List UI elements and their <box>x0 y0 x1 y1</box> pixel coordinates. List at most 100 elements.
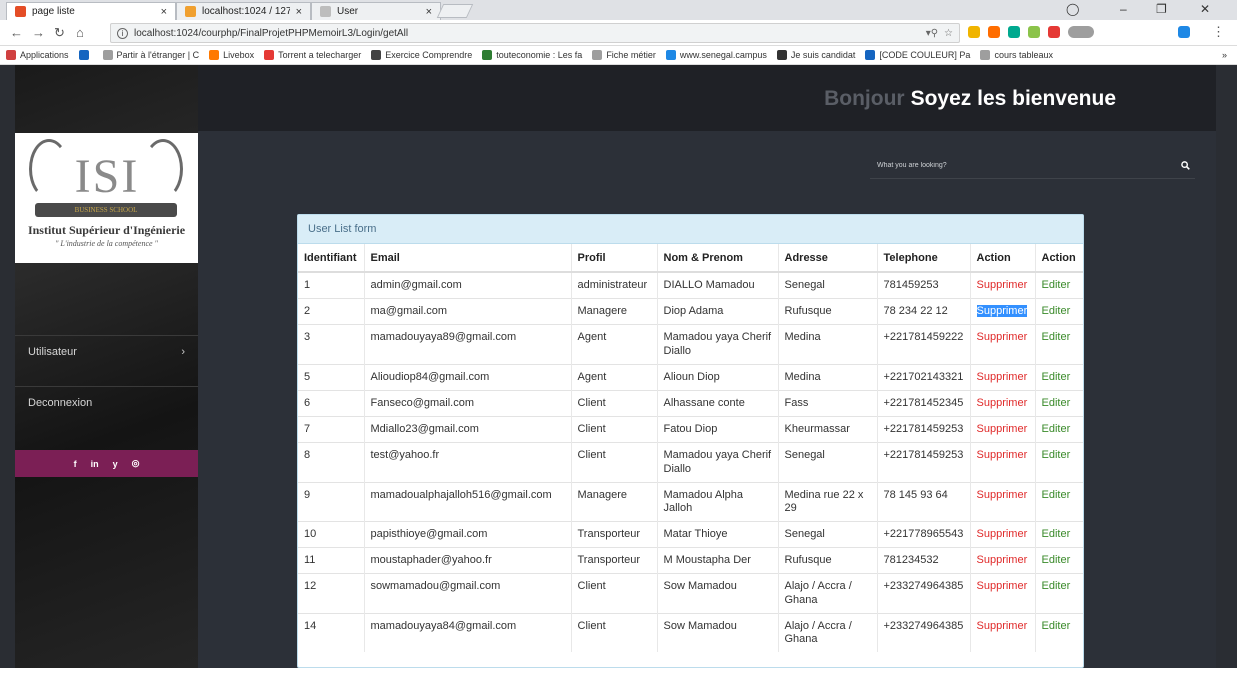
bookmark-item[interactable]: cours tableaux <box>980 50 1053 60</box>
facebook-icon[interactable]: f <box>74 459 77 469</box>
back-icon[interactable]: ← <box>10 25 23 40</box>
new-tab-button[interactable] <box>436 4 474 18</box>
bookmark-item[interactable]: Je suis candidat <box>776 50 855 60</box>
bookmark-icon <box>865 50 876 60</box>
address-bar[interactable]: i localhost:1024/courphp/FinalProjetPHPM… <box>110 23 960 43</box>
linkedin-icon[interactable]: in <box>91 459 99 469</box>
table-row: 11 moustaphader@yahoo.fr Transporteur M Mou… <box>298 547 1083 574</box>
download-icon <box>264 50 275 60</box>
edit-link[interactable]: Editer <box>1042 279 1071 291</box>
laurel-right-icon <box>143 139 183 199</box>
forward-icon[interactable]: → <box>32 25 45 40</box>
edit-link[interactable]: Editer <box>1042 305 1071 317</box>
cell-action-edit: Editer <box>1035 324 1083 365</box>
profile-icon[interactable]: ◯ <box>1066 2 1079 16</box>
column-header-nom: Nom & Prenom <box>657 244 779 273</box>
cell-adresse: Rufusque <box>778 298 878 325</box>
cell-email: Mdiallo23@gmail.com <box>364 416 572 443</box>
delete-link[interactable]: Supprimer <box>977 580 1028 592</box>
menu-icon[interactable]: ⋮ <box>1212 24 1225 40</box>
sidebar-item-label: Deconnexion <box>28 396 93 409</box>
minimize-icon[interactable]: – <box>1120 2 1127 16</box>
bookmark-item[interactable]: Partir à l'étranger | C <box>102 50 199 60</box>
delete-link[interactable]: Supprimer <box>977 528 1028 540</box>
cell-telephone: +221702143321 <box>877 363 971 391</box>
close-icon[interactable]: × <box>161 6 167 18</box>
delete-link[interactable]: Supprimer <box>977 423 1028 435</box>
sidebar-item-utilisateur[interactable]: Utilisateur › <box>15 335 198 367</box>
instagram-icon[interactable]: ◎ <box>132 458 140 469</box>
delete-link[interactable]: Supprimer <box>977 449 1028 461</box>
restore-icon[interactable]: ❐ <box>1156 2 1167 16</box>
browser-tab-phpmyadmin[interactable]: localhost:1024 / 127.0.0. × <box>176 2 311 20</box>
edit-link[interactable]: Editer <box>1042 331 1071 343</box>
zoom-icon[interactable]: ▾⚲ <box>926 28 938 39</box>
delete-link[interactable]: Supprimer <box>977 371 1028 383</box>
logo-tagline: " L'industrie de la compétence " <box>55 239 158 248</box>
delete-link[interactable]: Supprimer <box>977 620 1028 632</box>
cell-action-delete: Supprimer <box>970 389 1036 417</box>
bookmark-item[interactable]: Fiche métier <box>592 50 656 60</box>
cell-identifiant: 14 <box>298 612 365 653</box>
bookmark-item[interactable] <box>78 50 93 60</box>
sidebar-item-deconnexion[interactable]: Deconnexion <box>15 386 198 418</box>
extension-icon[interactable] <box>1178 26 1190 38</box>
close-icon[interactable]: × <box>296 6 302 18</box>
apps-icon <box>6 50 16 60</box>
cell-email: Alioudiop84@gmail.com <box>364 363 572 391</box>
extension-icon[interactable] <box>968 26 980 38</box>
cell-telephone: 78 145 93 64 <box>877 481 971 522</box>
cell-profil: Client <box>571 416 658 443</box>
search-bar <box>870 153 1195 179</box>
isi-logo: ISI BUSINESS SCHOOL Institut Supérieur d… <box>15 133 198 263</box>
edit-link[interactable]: Editer <box>1042 423 1071 435</box>
search-icon[interactable] <box>1175 156 1195 176</box>
toggle-extension-icon[interactable] <box>1068 26 1094 38</box>
bookmark-item[interactable]: touteconomie : Les fa <box>482 50 582 60</box>
browser-tab-page-liste[interactable]: page liste × <box>6 2 176 20</box>
cell-profil: Client <box>571 389 658 417</box>
twitter-icon[interactable]: y <box>113 459 118 469</box>
edit-link[interactable]: Editer <box>1042 620 1071 632</box>
reload-icon[interactable]: ↻ <box>54 25 65 41</box>
bookmark-item[interactable]: www.senegal.campus <box>665 50 767 60</box>
extension-icon[interactable] <box>1048 26 1060 38</box>
extension-icon[interactable] <box>1008 26 1020 38</box>
table-row: 7 Mdiallo23@gmail.com Client Fatou Diop Kheu… <box>298 416 1083 443</box>
bookmark-item[interactable]: [CODE COULEUR] Pa <box>865 50 970 60</box>
home-icon[interactable]: ⌂ <box>76 25 84 40</box>
extension-icon[interactable] <box>1028 26 1040 38</box>
info-icon[interactable]: i <box>117 27 128 39</box>
extension-icon[interactable] <box>988 26 1000 38</box>
edit-link[interactable]: Editer <box>1042 397 1071 409</box>
cell-action-edit: Editer <box>1035 573 1083 614</box>
edit-link[interactable]: Editer <box>1042 580 1071 592</box>
bookmark-item[interactable]: Torrent a telecharger <box>264 50 361 60</box>
delete-link[interactable]: Supprimer <box>977 554 1028 566</box>
star-icon[interactable]: ☆ <box>944 28 953 39</box>
cell-action-edit: Editer <box>1035 416 1083 443</box>
delete-link[interactable]: Supprimer <box>977 397 1028 409</box>
edit-link[interactable]: Editer <box>1042 528 1071 540</box>
close-icon[interactable]: × <box>426 6 432 18</box>
laurel-left-icon <box>29 139 69 199</box>
edit-link[interactable]: Editer <box>1042 371 1071 383</box>
bookmark-applications[interactable]: Applications <box>6 50 69 60</box>
bookmarks-overflow[interactable]: » <box>1222 50 1227 60</box>
edit-link[interactable]: Editer <box>1042 554 1071 566</box>
cell-profil: Agent <box>571 363 658 391</box>
logo-institution-name: Institut Supérieur d'Ingénierie <box>27 223 186 237</box>
edit-link[interactable]: Editer <box>1042 449 1071 461</box>
bookmark-item[interactable]: Exercice Comprendre <box>371 50 472 60</box>
search-input[interactable] <box>870 162 1175 169</box>
delete-link[interactable]: Supprimer <box>977 331 1028 343</box>
delete-link[interactable]: Supprimer <box>977 279 1028 291</box>
edit-link[interactable]: Editer <box>1042 489 1071 501</box>
cell-identifiant: 3 <box>298 324 365 365</box>
browser-tab-user[interactable]: User × <box>311 2 441 20</box>
delete-link[interactable]: Supprimer <box>976 305 1028 318</box>
bookmark-item[interactable]: Livebox <box>209 50 254 60</box>
window-close-icon[interactable]: ✕ <box>1200 2 1210 16</box>
delete-link[interactable]: Supprimer <box>977 489 1028 501</box>
sidebar-item-label: Utilisateur <box>28 345 77 358</box>
